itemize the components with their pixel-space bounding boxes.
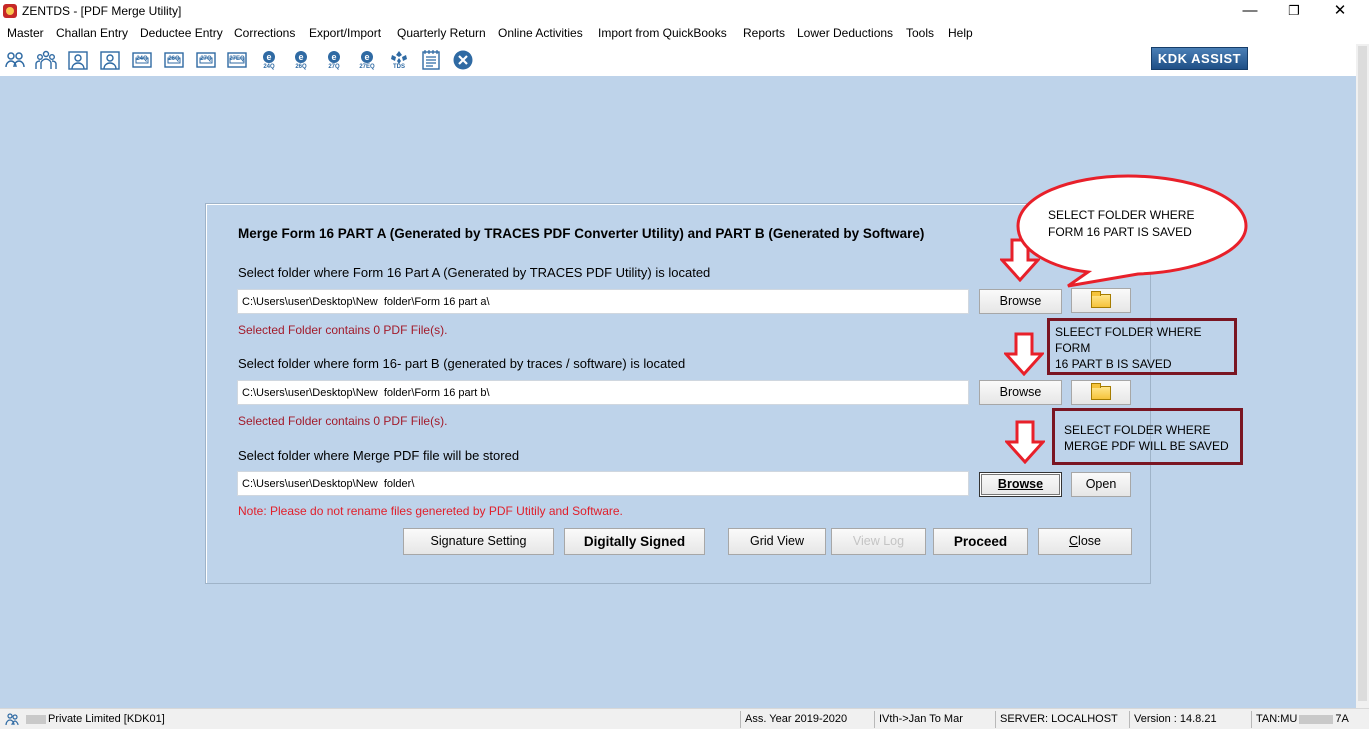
group-icon[interactable] [35, 49, 57, 71]
open-button[interactable]: Open [1071, 472, 1131, 497]
e-26q-icon[interactable]: e 26Q [290, 49, 312, 71]
svg-text:e: e [364, 52, 369, 62]
e-27eq-icon[interactable]: e 27EQ [356, 49, 378, 71]
part-b-status: Selected Folder contains 0 PDF File(s). [238, 414, 448, 428]
app-logo-icon [3, 4, 17, 18]
proceed-button[interactable]: Proceed [933, 528, 1028, 555]
tds-icon[interactable]: TDS [388, 49, 410, 71]
arrow-down-icon [1004, 332, 1044, 376]
part-a-browse-button[interactable]: Browse [979, 289, 1062, 314]
server-status: SERVER: LOCALHOST [995, 711, 1127, 728]
users-icon[interactable] [4, 49, 26, 71]
close-window-button[interactable]: ✕ [1317, 0, 1363, 24]
part-b-open-folder-button[interactable] [1071, 380, 1131, 405]
menu-bar: Master Challan Entry Deductee Entry Corr… [0, 24, 1369, 44]
person-card-2-icon[interactable] [99, 49, 121, 71]
svg-text:e: e [266, 52, 271, 62]
digitally-signed-button[interactable]: Digitally Signed [564, 528, 705, 555]
vertical-scrollbar[interactable] [1356, 44, 1369, 708]
callout-part-a: SELECT FOLDER WHERE FORM 16 PART IS SAVE… [1048, 208, 1195, 239]
form-26q-icon[interactable]: 26Q [163, 49, 185, 71]
rename-note: Note: Please do not rename files generet… [238, 504, 623, 518]
svg-text:e: e [331, 52, 336, 62]
menu-tools[interactable]: Tools [906, 26, 934, 40]
folder-icon [1091, 383, 1111, 400]
menu-master[interactable]: Master [7, 26, 44, 40]
grid-view-button[interactable]: Grid View [728, 528, 826, 555]
minimize-button[interactable]: — [1227, 0, 1273, 24]
menu-challan-entry[interactable]: Challan Entry [56, 26, 128, 40]
e-24q-icon[interactable]: e 24Q [258, 49, 280, 71]
part-b-browse-button[interactable]: Browse [979, 380, 1062, 405]
notepad-icon[interactable] [420, 49, 442, 71]
form-27eq-icon[interactable]: 27EQ [226, 49, 248, 71]
part-a-label: Select folder where Form 16 Part A (Gene… [238, 265, 711, 280]
person-card-icon[interactable] [67, 49, 89, 71]
exit-icon[interactable] [452, 49, 474, 71]
part-a-path-input[interactable] [237, 289, 969, 314]
output-browse-button[interactable]: Browse [979, 472, 1062, 497]
tan-status: TAN:MU 7A [1251, 711, 1351, 728]
assessment-year-status: Ass. Year 2019-2020 [740, 711, 872, 728]
menu-export-import[interactable]: Export/Import [309, 26, 381, 40]
maximize-button[interactable]: ❐ [1271, 0, 1317, 24]
quarter-status: IVth->Jan To Mar [874, 711, 994, 728]
company-status: Private Limited [KDK01] [22, 711, 738, 728]
callout-part-b: SLEECT FOLDER WHERE FORM 16 PART B IS SA… [1047, 318, 1237, 375]
kdk-assist-button[interactable]: KDK ASSIST [1151, 47, 1248, 70]
arrow-down-icon [1005, 420, 1045, 464]
users-status-icon [5, 712, 19, 726]
close-button[interactable]: Close [1038, 528, 1132, 555]
menu-reports[interactable]: Reports [743, 26, 785, 40]
form-24q-icon[interactable]: 24Q [131, 49, 153, 71]
page-title: Merge Form 16 PART A (Generated by TRACE… [238, 226, 925, 241]
callout-merge-folder: SELECT FOLDER WHERE MERGE PDF WILL BE SA… [1052, 408, 1243, 465]
window-title: ZENTDS - [PDF Merge Utility] [22, 4, 182, 18]
form-27q-icon[interactable]: 27Q [195, 49, 217, 71]
menu-help[interactable]: Help [948, 26, 973, 40]
view-log-button: View Log [831, 528, 926, 555]
folder-icon [1091, 291, 1111, 308]
version-status: Version : 14.8.21 [1129, 711, 1249, 728]
part-b-path-input[interactable] [237, 380, 969, 405]
signature-setting-button[interactable]: Signature Setting [403, 528, 554, 555]
menu-import-quickbooks[interactable]: Import from QuickBooks [598, 26, 727, 40]
output-path-input[interactable] [237, 471, 969, 496]
e-27q-icon[interactable]: e 27Q [323, 49, 345, 71]
status-bar: Private Limited [KDK01] Ass. Year 2019-2… [0, 708, 1369, 729]
menu-lower-deductions[interactable]: Lower Deductions [797, 26, 893, 40]
svg-text:e: e [298, 52, 303, 62]
menu-online-activities[interactable]: Online Activities [498, 26, 583, 40]
menu-corrections[interactable]: Corrections [234, 26, 295, 40]
part-a-status: Selected Folder contains 0 PDF File(s). [238, 323, 448, 337]
menu-deductee-entry[interactable]: Deductee Entry [140, 26, 223, 40]
title-bar: ZENTDS - [PDF Merge Utility] — ❐ ✕ [0, 0, 1369, 24]
menu-quarterly-return[interactable]: Quarterly Return [397, 26, 486, 40]
scrollbar-thumb[interactable] [1358, 46, 1367, 701]
output-label: Select folder where Merge PDF file will … [238, 448, 520, 463]
part-b-label: Select folder where form 16- part B (gen… [238, 356, 686, 371]
